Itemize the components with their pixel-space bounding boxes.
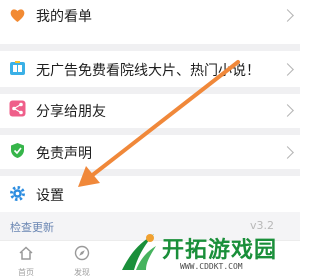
divider <box>0 169 300 176</box>
divider <box>0 128 300 135</box>
logo-icon <box>116 230 160 278</box>
tab-label: 发现 <box>74 268 90 277</box>
shield-icon <box>9 142 26 159</box>
chevron-right-icon <box>281 9 294 22</box>
chevron-right-icon <box>281 104 294 117</box>
tab-discover[interactable]: 发现 <box>62 245 102 280</box>
tab-label: 首页 <box>18 268 34 277</box>
menu-item-label: 免责声明 <box>36 146 92 162</box>
home-icon <box>18 245 34 265</box>
gear-icon <box>9 185 26 202</box>
menu-item-promo[interactable]: 无广告免费看院线大片、热门小说！ <box>0 51 300 87</box>
divider <box>0 87 300 94</box>
divider <box>0 44 300 51</box>
menu-item-label: 我的看单 <box>36 9 92 25</box>
compass-icon <box>74 245 90 265</box>
watermark-url: WWW.CDDKT.COM <box>180 262 243 271</box>
watermark-logo: 开拓游戏园 WWW.CDDKT.COM <box>112 226 300 280</box>
chevron-right-icon <box>281 146 294 159</box>
menu-item-settings[interactable]: 设置 <box>0 176 300 212</box>
menu-item-label: 无广告免费看院线大片、热门小说！ <box>36 63 260 79</box>
heart-icon <box>9 7 26 24</box>
menu-item-label: 设置 <box>36 188 64 204</box>
menu-item-watchlist[interactable]: 我的看单 <box>0 0 300 30</box>
menu-item-share[interactable]: 分享给朋友 <box>0 94 300 126</box>
book-icon <box>9 60 26 77</box>
menu-item-label: 分享给朋友 <box>36 104 106 120</box>
chevron-right-icon <box>281 63 294 76</box>
share-icon <box>9 100 26 117</box>
menu-item-disclaimer[interactable]: 免责声明 <box>0 135 300 169</box>
tab-home[interactable]: 首页 <box>6 245 46 280</box>
watermark-title: 开拓游戏园 <box>162 238 278 263</box>
check-update-label: 检查更新 <box>10 221 54 234</box>
